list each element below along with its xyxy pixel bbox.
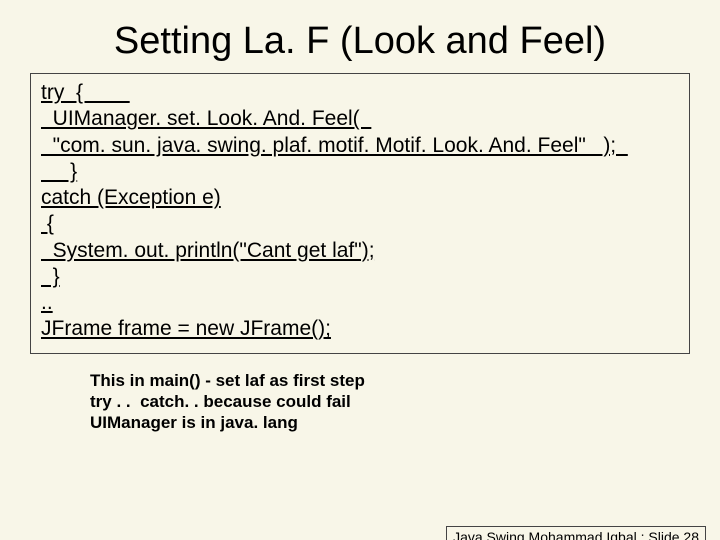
code-line: } — [41, 264, 679, 290]
slide-title: Setting La. F (Look and Feel) — [0, 20, 720, 63]
code-box: try { UIManager. set. Look. And. Feel( "… — [30, 73, 690, 354]
code-line: try { — [41, 80, 679, 106]
code-line: System. out. println("Cant get laf"); — [41, 238, 679, 264]
note-line: This in main() - set laf as first step — [90, 370, 720, 391]
code-line: "com. sun. java. swing. plaf. motif. Mot… — [41, 133, 679, 159]
code-line: { — [41, 211, 679, 237]
code-line: JFrame frame = new JFrame(); — [41, 316, 679, 342]
code-line: .. — [41, 290, 679, 316]
code-line: } — [41, 159, 679, 185]
slide-footer: Java Swing Mohammad Iqbal : Slide 28 — [446, 526, 706, 540]
code-line: catch (Exception e) — [41, 185, 679, 211]
notes-block: This in main() - set laf as first step t… — [90, 370, 720, 434]
note-line: try . . catch. . because could fail — [90, 391, 720, 412]
code-line: UIManager. set. Look. And. Feel( — [41, 106, 679, 132]
slide: Setting La. F (Look and Feel) try { UIMa… — [0, 20, 720, 540]
note-line: UIManager is in java. lang — [90, 412, 720, 433]
